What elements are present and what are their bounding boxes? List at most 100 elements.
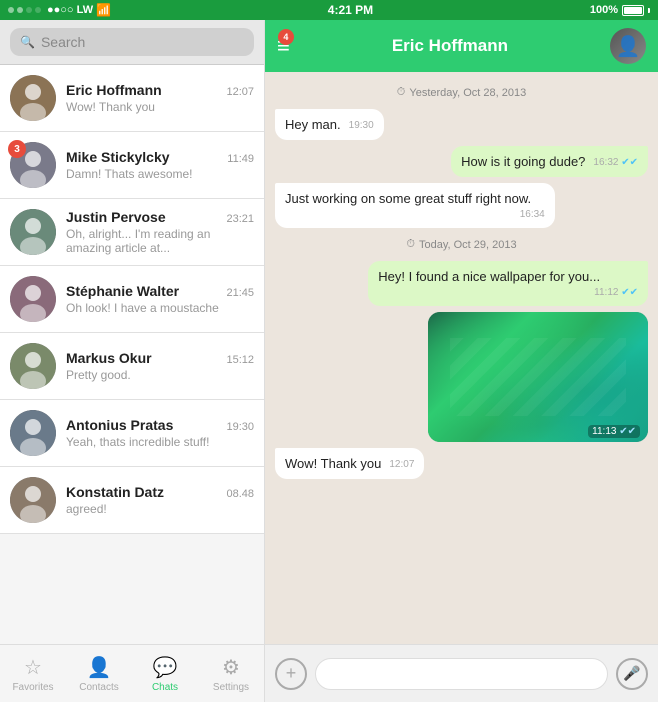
tab-item-contacts[interactable]: 👤 Contacts xyxy=(66,645,132,702)
tab-item-favorites[interactable]: ☆ Favorites xyxy=(0,645,66,702)
chat-preview: Yeah, thats incredible stuff! xyxy=(66,435,254,449)
chat-item[interactable]: Eric Hoffmann 12:07 Wow! Thank you xyxy=(0,65,264,132)
search-input-wrap[interactable]: 🔍 Search xyxy=(10,28,254,56)
chat-preview: Oh, alright... I'm reading an amazing ar… xyxy=(66,227,254,255)
avatar xyxy=(10,343,56,389)
battery-tip xyxy=(648,8,650,13)
message-row: Just working on some great stuff right n… xyxy=(275,183,648,228)
chat-name: Antonius Pratas xyxy=(66,417,173,433)
chat-info: Markus Okur15:12Pretty good. xyxy=(66,350,254,382)
chat-info: Justin Pervose 23:21 Oh, alright... I'm re… xyxy=(66,209,254,255)
chat-info: Mike Stickylcky 11:49 Damn! Thats awesome! xyxy=(66,149,254,181)
message-row: Wow! Thank you 12:07 xyxy=(275,448,648,479)
chat-header: ≡ 4 Eric Hoffmann 👤 xyxy=(265,20,658,72)
tab-item-settings[interactable]: ⚙Settings xyxy=(198,645,264,702)
date-separator: ⏱Today, Oct 29, 2013 xyxy=(275,238,648,251)
tab-item-chats[interactable]: 💬Chats xyxy=(132,645,198,702)
carrier-text: ●●○○ LW xyxy=(47,4,93,16)
chat-preview: agreed! xyxy=(66,502,254,516)
settings-tab-icon: ⚙ xyxy=(222,655,240,680)
avatar xyxy=(10,410,56,456)
chat-preview: Damn! Thats awesome! xyxy=(66,167,254,181)
favorites-tab-icon: ☆ xyxy=(24,655,42,680)
left-panel: 🔍 Search Eric Hoffmann 12:07 Wow! Thank yo… xyxy=(0,20,265,702)
signal-dot-3 xyxy=(26,7,32,13)
chat-item[interactable]: Markus Okur15:12Pretty good. xyxy=(0,333,264,400)
chat-info: Antonius Pratas 19:30 Yeah, thats incredib… xyxy=(66,417,254,449)
message-ticks: ✔✔ xyxy=(621,287,638,298)
avatar xyxy=(10,75,56,121)
chat-time: 23:21 xyxy=(226,213,254,225)
chat-item[interactable]: 3 Mike Stickylcky 11:49 Damn! Thats awesome… xyxy=(0,132,264,199)
header-avatar[interactable]: 👤 xyxy=(610,28,646,64)
avatar-wrap xyxy=(10,343,56,389)
messages-area: ⏱Yesterday, Oct 28, 2013 Hey man. 19:30 How… xyxy=(265,72,658,644)
chat-list: Eric Hoffmann 12:07 Wow! Thank you 3 Mike S… xyxy=(0,65,264,644)
contacts-tab-label: Contacts xyxy=(79,682,118,693)
message-row: Hey man. 19:30 xyxy=(275,109,648,140)
chat-time: 12:07 xyxy=(226,86,254,98)
chat-name: Konstatin Datz xyxy=(66,484,164,500)
chat-item[interactable]: Konstatin Datz 08.48 agreed! xyxy=(0,467,264,534)
search-icon: 🔍 xyxy=(20,35,35,49)
chat-info: Eric Hoffmann 12:07 Wow! Thank you xyxy=(66,82,254,114)
favorites-tab-label: Favorites xyxy=(12,682,53,693)
chat-preview: Oh look! I have a moustache xyxy=(66,301,254,315)
chat-time: 11:49 xyxy=(227,153,254,165)
message-bubble: Hey man. 19:30 xyxy=(275,109,384,140)
chat-preview: Wow! Thank you xyxy=(66,100,254,114)
avatar xyxy=(10,276,56,322)
avatar-wrap xyxy=(10,477,56,523)
chat-item[interactable]: Justin Pervose 23:21 Oh, alright... I'm re… xyxy=(0,199,264,266)
avatar xyxy=(10,477,56,523)
signal-area: ●●○○ LW 📶 xyxy=(8,3,111,17)
message-text: Hey! I found a nice wallpaper for you... xyxy=(378,269,600,284)
battery-icon xyxy=(622,5,644,16)
unread-badge: 3 xyxy=(8,140,26,158)
message-bubble: How is it going dude?16:32 ✔✔ xyxy=(451,146,648,177)
menu-icon-wrap[interactable]: ≡ 4 xyxy=(277,33,290,59)
signal-dot-2 xyxy=(17,7,23,13)
battery-percent: 100% xyxy=(590,4,618,16)
header-avatar-icon: 👤 xyxy=(616,34,641,59)
chat-time: 19:30 xyxy=(226,421,254,433)
message-row: Hey! I found a nice wallpaper for you...… xyxy=(275,261,648,306)
chat-item[interactable]: Stéphanie Walter 21:45 Oh look! I have a m… xyxy=(0,266,264,333)
message-time: 12:07 xyxy=(389,459,414,470)
avatar-wrap xyxy=(10,75,56,121)
add-button[interactable]: + xyxy=(275,658,307,690)
date-separator: ⏱Yesterday, Oct 28, 2013 xyxy=(275,86,648,99)
chat-time: 15:12 xyxy=(226,354,254,366)
input-bar: + 🎤 xyxy=(265,644,658,702)
message-text: Wow! Thank you xyxy=(285,456,381,471)
message-bubble: Wow! Thank you 12:07 xyxy=(275,448,424,479)
chat-name: Eric Hoffmann xyxy=(66,82,162,98)
avatar-wrap xyxy=(10,276,56,322)
search-bar: 🔍 Search xyxy=(0,20,264,65)
battery-area: 100% xyxy=(590,4,650,16)
contacts-tab-icon: 👤 xyxy=(87,655,112,680)
chat-time: 21:45 xyxy=(226,287,254,299)
search-placeholder: Search xyxy=(41,34,85,50)
tab-bar: ☆ Favorites 👤 Contacts 💬Chats⚙Settings xyxy=(0,644,264,702)
message-text: Hey man. xyxy=(285,117,341,132)
message-time: 19:30 xyxy=(349,120,374,131)
chat-time: 08.48 xyxy=(226,488,254,500)
date-text: Today, Oct 29, 2013 xyxy=(419,239,517,251)
message-text: Just working on some great stuff right n… xyxy=(285,191,531,206)
message-input[interactable] xyxy=(315,658,608,690)
chat-info: Stéphanie Walter 21:45 Oh look! I have a m… xyxy=(66,283,254,315)
header-title: Eric Hoffmann xyxy=(300,36,600,56)
status-bar: ●●○○ LW 📶 4:21 PM 100% xyxy=(0,0,658,20)
avatar-wrap xyxy=(10,410,56,456)
message-time: 11:12 ✔✔ xyxy=(594,287,638,298)
clock: 4:21 PM xyxy=(328,3,373,17)
chat-item[interactable]: Antonius Pratas 19:30 Yeah, thats incredib… xyxy=(0,400,264,467)
chat-name: Justin Pervose xyxy=(66,209,166,225)
chat-name: Mike Stickylcky xyxy=(66,149,170,165)
chats-tab-icon: 💬 xyxy=(153,655,178,680)
chat-info: Konstatin Datz 08.48 agreed! xyxy=(66,484,254,516)
mic-button[interactable]: 🎤 xyxy=(616,658,648,690)
chat-name: Stéphanie Walter xyxy=(66,283,179,299)
chat-name: Markus Okur xyxy=(66,350,152,366)
